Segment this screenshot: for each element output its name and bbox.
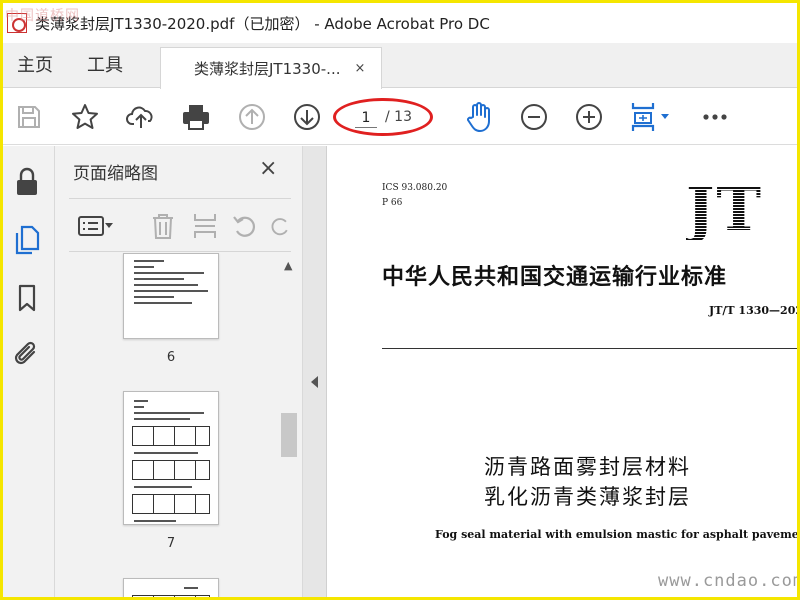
rotate-clockwise-button[interactable] [269,212,291,240]
more-icon [703,114,727,120]
tab-bar: 主页 工具 类薄浆封层JT1330-... × [3,43,797,89]
toolbar: / 13 [3,89,797,145]
scrollbar-thumb[interactable] [281,413,297,457]
page-thumbnail[interactable] [123,253,219,339]
page-thumbnails-button[interactable] [11,224,43,256]
page-navigator: / 13 [333,98,433,136]
more-tools-button[interactable] [697,99,733,135]
attachment-icon [14,341,36,365]
site-watermark: 中国道桥网 [5,8,80,24]
attachments-button[interactable] [11,338,43,370]
title-bar: 类薄浆封层JT1330-2020.pdf（已加密） - Adobe Acroba… [3,3,797,43]
standard-number: JT/T 1330—2020 [709,304,797,317]
next-page-button[interactable] [289,99,325,135]
print-button[interactable] [178,99,214,135]
rotate-clockwise-icon [271,218,288,236]
trash-icon [153,214,173,239]
thumbnail-page-number: 6 [166,350,176,365]
chevron-down-icon [105,223,113,228]
chevron-down-icon [661,114,669,119]
thumbnail-list: 6 7 [69,253,277,597]
star-icon [72,104,98,129]
thumbnail-options-button[interactable] [75,212,117,240]
delete-page-button[interactable] [149,212,177,240]
tab-tools[interactable]: 工具 [87,43,123,88]
collapse-panel-icon[interactable] [311,376,318,388]
rotate-page-button[interactable] [231,212,259,240]
fit-page-button[interactable] [627,99,673,135]
panel-close-icon[interactable]: × [259,156,277,181]
classification-code: P 66 [382,198,403,208]
save-icon [18,106,40,128]
rotate-icon [233,216,256,237]
page-thumbnail[interactable] [123,391,219,525]
document-title-english: Fog seal material with emulsion mastic f… [435,528,797,541]
bookmarks-button[interactable] [11,282,43,314]
tab-document-label: 类薄浆封层JT1330-... [194,60,341,78]
hand-tool-icon [467,102,490,132]
issuing-organization: 中华人民共和国交通运输行业标准 [382,264,728,290]
window-title: 类薄浆封层JT1330-2020.pdf（已加密） - Adobe Acroba… [35,14,490,33]
standard-logo: JT [686,175,764,245]
url-watermark: www.cndao.com [658,571,797,591]
scroll-up-icon[interactable]: ▲ [284,259,292,272]
page-up-icon [239,104,265,130]
cloud-upload-icon [126,106,153,128]
page-thumbnail[interactable] [123,578,219,597]
tab-close-icon[interactable]: × [354,61,365,76]
left-navigation-rail [3,146,55,597]
zoom-in-icon [576,104,602,130]
print-icon [183,105,209,130]
panel-title: 页面缩略图 [73,164,158,184]
security-button[interactable] [11,166,43,198]
divider [382,348,797,349]
zoom-out-button[interactable] [516,99,552,135]
options-menu-icon [78,216,104,236]
document-title-line2: 乳化沥青类薄浆封层 [484,485,691,509]
document-page: ICS 93.080.20 P 66 JT 中华人民共和国交通运输行业标准 JT… [328,146,797,597]
acrobat-window: 类薄浆封层JT1330-2020.pdf（已加密） - Adobe Acroba… [3,3,797,597]
page-extract-icon [194,214,216,238]
bookmark-icon [18,284,36,312]
pages-icon [15,225,40,255]
tab-home[interactable]: 主页 [17,43,53,88]
lock-icon [17,167,37,195]
thumbnail-page-number: 7 [166,536,176,551]
fit-page-icon [631,103,655,131]
thumbnail-scrollbar[interactable]: ▲ [279,253,299,597]
page-down-icon [294,104,320,130]
red-highlight-ellipse [333,98,433,136]
panel-splitter[interactable] [303,146,327,597]
zoom-in-button[interactable] [571,99,607,135]
hand-tool-button[interactable] [461,99,497,135]
panel-toolbar [69,198,291,252]
extract-page-button[interactable] [191,212,219,240]
bookmark-star-button[interactable] [67,99,103,135]
previous-page-button[interactable] [234,99,270,135]
ics-code: ICS 93.080.20 [382,183,448,193]
document-title-line1: 沥青路面雾封层材料 [484,455,691,479]
save-button[interactable] [11,99,47,135]
zoom-out-icon [521,104,547,130]
thumbnail-panel: 页面缩略图 × 6 7 ▲ [55,146,303,597]
upload-button[interactable] [123,99,159,135]
tab-document[interactable]: 类薄浆封层JT1330-... × [160,47,382,89]
